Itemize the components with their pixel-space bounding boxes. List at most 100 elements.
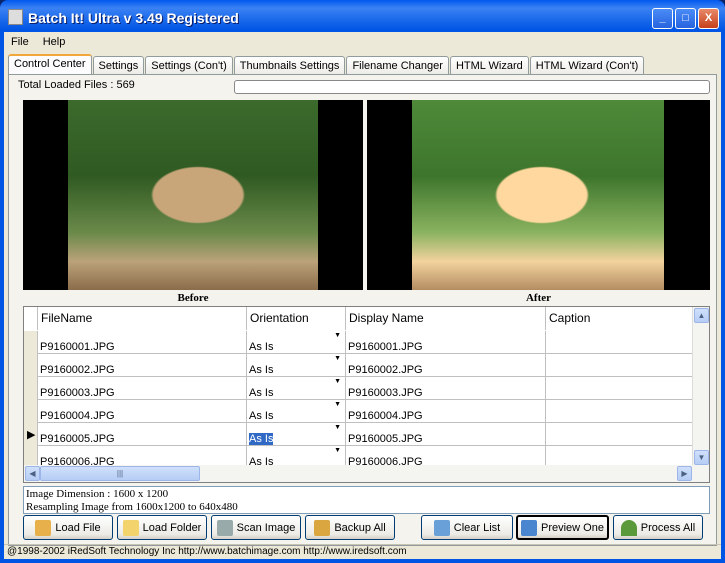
caption-cell[interactable] (546, 400, 694, 423)
before-label: Before (177, 292, 209, 304)
preview-one-button[interactable]: Preview One (516, 515, 609, 540)
caption-cell[interactable] (546, 423, 694, 446)
row-indicator[interactable] (24, 377, 38, 400)
load-folder-button[interactable]: Load Folder (117, 515, 207, 540)
scanner-icon (216, 519, 233, 536)
orientation-dropdown[interactable]: As Is ▼ (247, 331, 346, 354)
orientation-value: As Is (249, 387, 274, 399)
filename-cell[interactable]: P9160004.JPG (38, 400, 247, 423)
tab-thumbnails-settings[interactable]: Thumbnails Settings (233, 56, 346, 75)
table-row[interactable]: P9160001.JPG As Is ▼ P9160001.JPG (24, 331, 694, 354)
dropdown-arrow-icon[interactable]: ▼ (334, 378, 341, 385)
client-area: File Help Control Center Settings Settin… (4, 32, 721, 559)
orientation-value: As Is (249, 410, 274, 422)
scroll-thumb[interactable]: ||| (40, 466, 200, 481)
column-display-name[interactable]: Display Name (346, 307, 546, 330)
after-image (367, 100, 710, 290)
camel-photo (108, 140, 258, 250)
grid-horizontal-scrollbar[interactable]: ◀ ||| ▶ (24, 465, 709, 482)
dropdown-arrow-icon[interactable]: ▼ (334, 424, 341, 431)
backup-all-button[interactable]: Backup All (305, 515, 395, 540)
button-label: Scan Image (236, 521, 296, 534)
button-label: Preview One (541, 521, 604, 534)
orientation-dropdown[interactable]: As Is ▼ (247, 354, 346, 377)
tab-html-wizard[interactable]: HTML Wizard (449, 56, 529, 75)
menu-file[interactable]: File (4, 34, 36, 51)
orientation-value: As Is (249, 341, 274, 353)
display-name-cell[interactable]: P9160003.JPG (346, 377, 546, 400)
recycle-icon (433, 519, 450, 536)
button-label: Backup All (334, 521, 386, 534)
tab-control-center[interactable]: Control Center (8, 54, 92, 75)
orientation-dropdown[interactable]: As Is ▼ (247, 377, 346, 400)
minimize-button[interactable]: _ (652, 8, 673, 29)
load-file-icon (35, 519, 52, 536)
process-all-button[interactable]: Process All (613, 515, 703, 540)
maximize-button[interactable]: □ (675, 8, 696, 29)
dropdown-arrow-icon[interactable]: ▼ (334, 447, 341, 454)
camel-photo (452, 140, 602, 250)
tab-filename-changer[interactable]: Filename Changer (346, 56, 449, 75)
orientation-dropdown[interactable]: As Is ▼ (247, 400, 346, 423)
orientation-value: As Is (249, 364, 274, 376)
column-filename[interactable]: FileName (38, 307, 247, 330)
row-indicator[interactable] (24, 331, 38, 354)
menu-help[interactable]: Help (36, 34, 73, 51)
button-label: Load File (55, 521, 101, 534)
column-caption[interactable]: Caption (546, 307, 694, 330)
scan-image-button[interactable]: Scan Image (211, 515, 301, 540)
status-bar: @1998-2002 iRedSoft Technology Inc http:… (4, 544, 721, 559)
preview-icon (521, 519, 537, 536)
tab-html-wizard-cont[interactable]: HTML Wizard (Con't) (529, 56, 645, 75)
orientation-dropdown[interactable]: As Is ▼ (247, 423, 346, 446)
progress-bar (234, 80, 710, 94)
clear-list-button[interactable]: Clear List (421, 515, 513, 540)
log-line: Resampling Image from 1600x1200 to 640x4… (26, 501, 238, 513)
dropdown-arrow-icon[interactable]: ▼ (334, 401, 341, 408)
window-title: Batch It! Ultra v 3.49 Registered (28, 10, 239, 26)
caption-cell[interactable] (546, 354, 694, 377)
app-icon (8, 9, 23, 25)
table-row[interactable]: ▶ P9160005.JPG As Is ▼ P9160005.JPG (24, 423, 694, 446)
display-name-cell[interactable]: P9160004.JPG (346, 400, 546, 423)
filename-cell[interactable]: P9160003.JPG (38, 377, 247, 400)
tab-settings[interactable]: Settings (92, 56, 145, 75)
dropdown-arrow-icon[interactable]: ▼ (334, 355, 341, 362)
grid-header: FileName Orientation Display Name Captio… (24, 307, 694, 330)
before-image (23, 100, 363, 290)
menu-bar: File Help (4, 34, 72, 51)
column-orientation[interactable]: Orientation (247, 307, 346, 330)
dropdown-arrow-icon[interactable]: ▼ (334, 332, 341, 339)
display-name-cell[interactable]: P9160005.JPG (346, 423, 546, 446)
filename-cell[interactable]: P9160002.JPG (38, 354, 247, 377)
filename-cell[interactable]: P9160005.JPG (38, 423, 247, 446)
filename-cell[interactable]: P9160001.JPG (38, 331, 247, 354)
row-indicator[interactable] (24, 354, 38, 377)
close-button[interactable]: X (698, 8, 719, 29)
tab-settings-cont[interactable]: Settings (Con't) (145, 56, 233, 75)
log-box[interactable]: Image Dimension : 1600 x 1200 Resampling… (23, 486, 710, 514)
total-loaded-files: Total Loaded Files : 569 (18, 79, 135, 91)
table-row[interactable]: P9160002.JPG As Is ▼ P9160002.JPG (24, 354, 694, 377)
grid-vertical-scrollbar[interactable]: ▲ ▼ (692, 307, 709, 466)
app-window: Batch It! Ultra v 3.49 Registered _ □ X … (0, 0, 725, 563)
button-label: Process All (640, 521, 696, 534)
orientation-value: As Is (249, 433, 274, 445)
table-row[interactable]: P9160003.JPG As Is ▼ P9160003.JPG (24, 377, 694, 400)
caption-cell[interactable] (546, 377, 694, 400)
button-label: Clear List (453, 521, 501, 534)
indicator-header (24, 307, 38, 330)
folder-icon (122, 519, 139, 536)
row-indicator[interactable]: ▶ (24, 423, 38, 446)
row-indicator[interactable] (24, 400, 38, 423)
load-file-button[interactable]: Load File (23, 515, 113, 540)
control-center-panel: Total Loaded Files : 569 Before After Fi… (8, 74, 717, 546)
log-line: Image Dimension : 1600 x 1200 (26, 488, 169, 500)
backup-icon (314, 519, 331, 536)
display-name-cell[interactable]: P9160001.JPG (346, 331, 546, 354)
caption-cell[interactable] (546, 331, 694, 354)
table-row[interactable]: P9160004.JPG As Is ▼ P9160004.JPG (24, 400, 694, 423)
tab-strip: Control Center Settings Settings (Con't)… (8, 54, 645, 75)
button-label: Load Folder (142, 521, 202, 534)
display-name-cell[interactable]: P9160002.JPG (346, 354, 546, 377)
